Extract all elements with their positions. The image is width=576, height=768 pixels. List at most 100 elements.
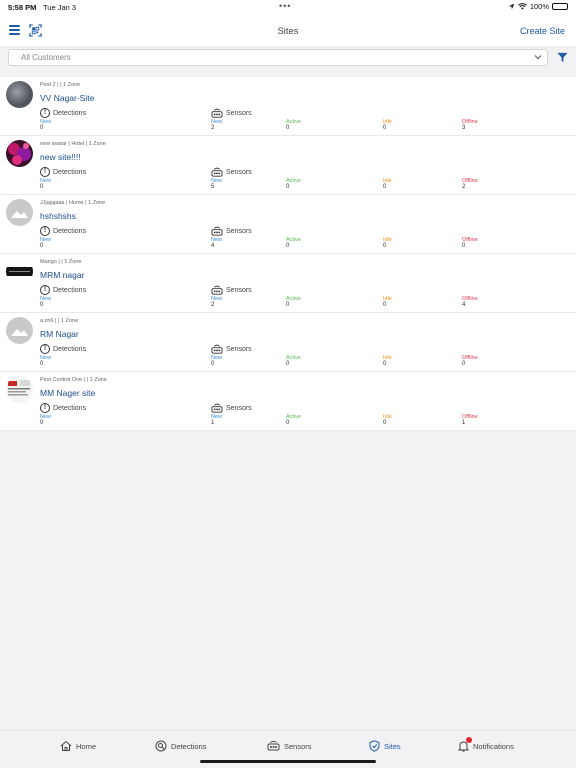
alert-info-icon: !	[40, 285, 50, 295]
sensors-offline-value: 0	[462, 361, 466, 367]
sensors-new-value: 1	[211, 420, 215, 426]
sensors-active-value: 0	[286, 243, 290, 249]
site-avatar	[6, 317, 33, 344]
filter-bar: All Customers	[0, 46, 576, 72]
sensors-active-value: 0	[286, 420, 290, 426]
sensors-offline-value: 1	[462, 420, 466, 426]
multitask-dots-icon[interactable]: •••	[279, 1, 291, 11]
site-meta: JJjajajaaa | Home | 1 Zone	[40, 200, 106, 206]
sensors-offline-value: 3	[462, 125, 466, 131]
detections-new-value: 0	[40, 302, 44, 308]
battery-percent: 100%	[529, 2, 549, 11]
sensors-offline: Offline 0	[462, 354, 478, 367]
battery-icon	[552, 3, 568, 10]
sensors-new: New 0	[211, 354, 222, 367]
sensors-idle: Idle 0	[383, 236, 392, 249]
detections-block: ! Detections New 0	[40, 285, 86, 308]
sensors-active-value: 0	[286, 184, 290, 190]
wifi-icon	[517, 3, 527, 10]
tab-notifications-label: Notifications	[473, 741, 514, 751]
site-row[interactable]: a.zn6 | | 1 Zone RM Nagar ! Detections N…	[0, 313, 576, 372]
detections-label: Detections	[53, 404, 87, 412]
tab-sensors-label: Sensors	[284, 741, 312, 751]
site-avatar	[6, 258, 33, 285]
sensors-label: Sensors	[226, 346, 252, 353]
sensors-offline-value: 0	[462, 243, 466, 249]
sensors-new-value: 2	[211, 302, 215, 308]
sensors-active: Active 0	[286, 236, 301, 249]
alert-info-icon: !	[40, 108, 50, 118]
sensors-new: New 1	[211, 413, 222, 426]
tab-detections[interactable]: Detections	[155, 740, 206, 752]
detections-label: Detections	[53, 227, 87, 235]
site-name[interactable]: hshshshs	[40, 211, 76, 221]
sensors-idle-value: 0	[383, 302, 387, 308]
alert-info-icon: !	[40, 167, 50, 177]
sensors-idle: Idle 0	[383, 413, 392, 426]
create-site-button[interactable]: Create Site	[520, 26, 565, 36]
site-row[interactable]: Pest Control One | | 1 Zone MM Nager sit…	[0, 372, 576, 431]
tab-home-label: Home	[76, 741, 97, 751]
site-meta: Pest Control One | | 1 Zone	[40, 377, 107, 383]
sensors-active-value: 0	[286, 302, 290, 308]
sensors-active: Active 0	[286, 118, 301, 131]
sensors-idle-value: 0	[383, 125, 387, 131]
sensors-idle-value: 0	[383, 420, 387, 426]
sensors-new: New 2	[211, 118, 222, 131]
sensors-offline: Offline 2	[462, 177, 478, 190]
sensor-icon	[267, 740, 280, 751]
sensors-label: Sensors	[226, 110, 252, 117]
site-name[interactable]: RM Nagar	[40, 329, 79, 339]
detections-block: ! Detections New 0	[40, 403, 86, 426]
sensors-offline-value: 2	[462, 184, 466, 190]
detections-new-value: 0	[40, 361, 44, 367]
sites-icon	[369, 740, 380, 752]
site-name[interactable]: new site!!!!	[40, 152, 81, 162]
detections-block: ! Detections New 0	[40, 226, 86, 249]
site-row[interactable]: new avatar | Hotel | 1 Zone new site!!!!…	[0, 136, 576, 195]
detections-block: ! Detections New 0	[40, 167, 86, 190]
site-name[interactable]: VV Nagar-Site	[40, 93, 94, 103]
tab-sensors[interactable]: Sensors	[267, 740, 312, 752]
site-row[interactable]: JJjajajaaa | Home | 1 Zone hshshshs ! De…	[0, 195, 576, 254]
site-meta: Pest 2 | | 1 Zone	[40, 82, 81, 88]
tab-home[interactable]: Home	[60, 740, 96, 752]
site-row[interactable]: Mango | | 1 Zone MRM nagar ! Detections …	[0, 254, 576, 313]
alert-info-icon: !	[40, 226, 50, 236]
site-name[interactable]: MM Nager site	[40, 388, 95, 398]
sensors-offline: Offline 4	[462, 295, 478, 308]
site-name[interactable]: MRM nagar	[40, 270, 84, 280]
sensors-active: Active 0	[286, 177, 301, 190]
detections-icon	[155, 740, 167, 752]
sensors-active: Active 0	[286, 413, 301, 426]
sensors-idle: Idle 0	[383, 177, 392, 190]
sensors-active: Active 0	[286, 354, 301, 367]
sensors-offline: Offline 0	[462, 236, 478, 249]
tab-sites[interactable]: Sites	[369, 740, 401, 752]
sensors-new: New 2	[211, 295, 222, 308]
sensors-idle-value: 0	[383, 243, 387, 249]
detections-new-value: 0	[40, 420, 44, 426]
detections-new-value: 0	[40, 184, 44, 190]
home-indicator[interactable]	[200, 760, 376, 763]
alert-info-icon: !	[40, 403, 50, 413]
sensors-new: New 5	[211, 177, 222, 190]
notification-badge	[466, 737, 472, 743]
page-title: Sites	[277, 26, 299, 37]
customer-select-value: All Customers	[21, 53, 71, 62]
site-avatar	[6, 140, 33, 167]
customer-select[interactable]: All Customers	[8, 49, 548, 66]
bell-wrapper	[458, 737, 472, 752]
sensors-new-value: 0	[211, 361, 215, 367]
sensors-offline: Offline 1	[462, 413, 478, 426]
sensors-active-value: 0	[286, 125, 290, 131]
filter-icon[interactable]	[557, 52, 568, 63]
site-row[interactable]: Pest 2 | | 1 Zone VV Nagar-Site ! Detect…	[0, 77, 576, 136]
alert-info-icon: !	[40, 344, 50, 354]
sensors-idle: Idle 0	[383, 295, 392, 308]
tab-notifications[interactable]: Notifications	[458, 737, 514, 752]
detections-label: Detections	[53, 286, 87, 294]
sensors-idle: Idle 0	[383, 354, 392, 367]
tab-detections-label: Detections	[171, 741, 207, 751]
site-meta: a.zn6 | | 1 Zone	[40, 318, 79, 324]
